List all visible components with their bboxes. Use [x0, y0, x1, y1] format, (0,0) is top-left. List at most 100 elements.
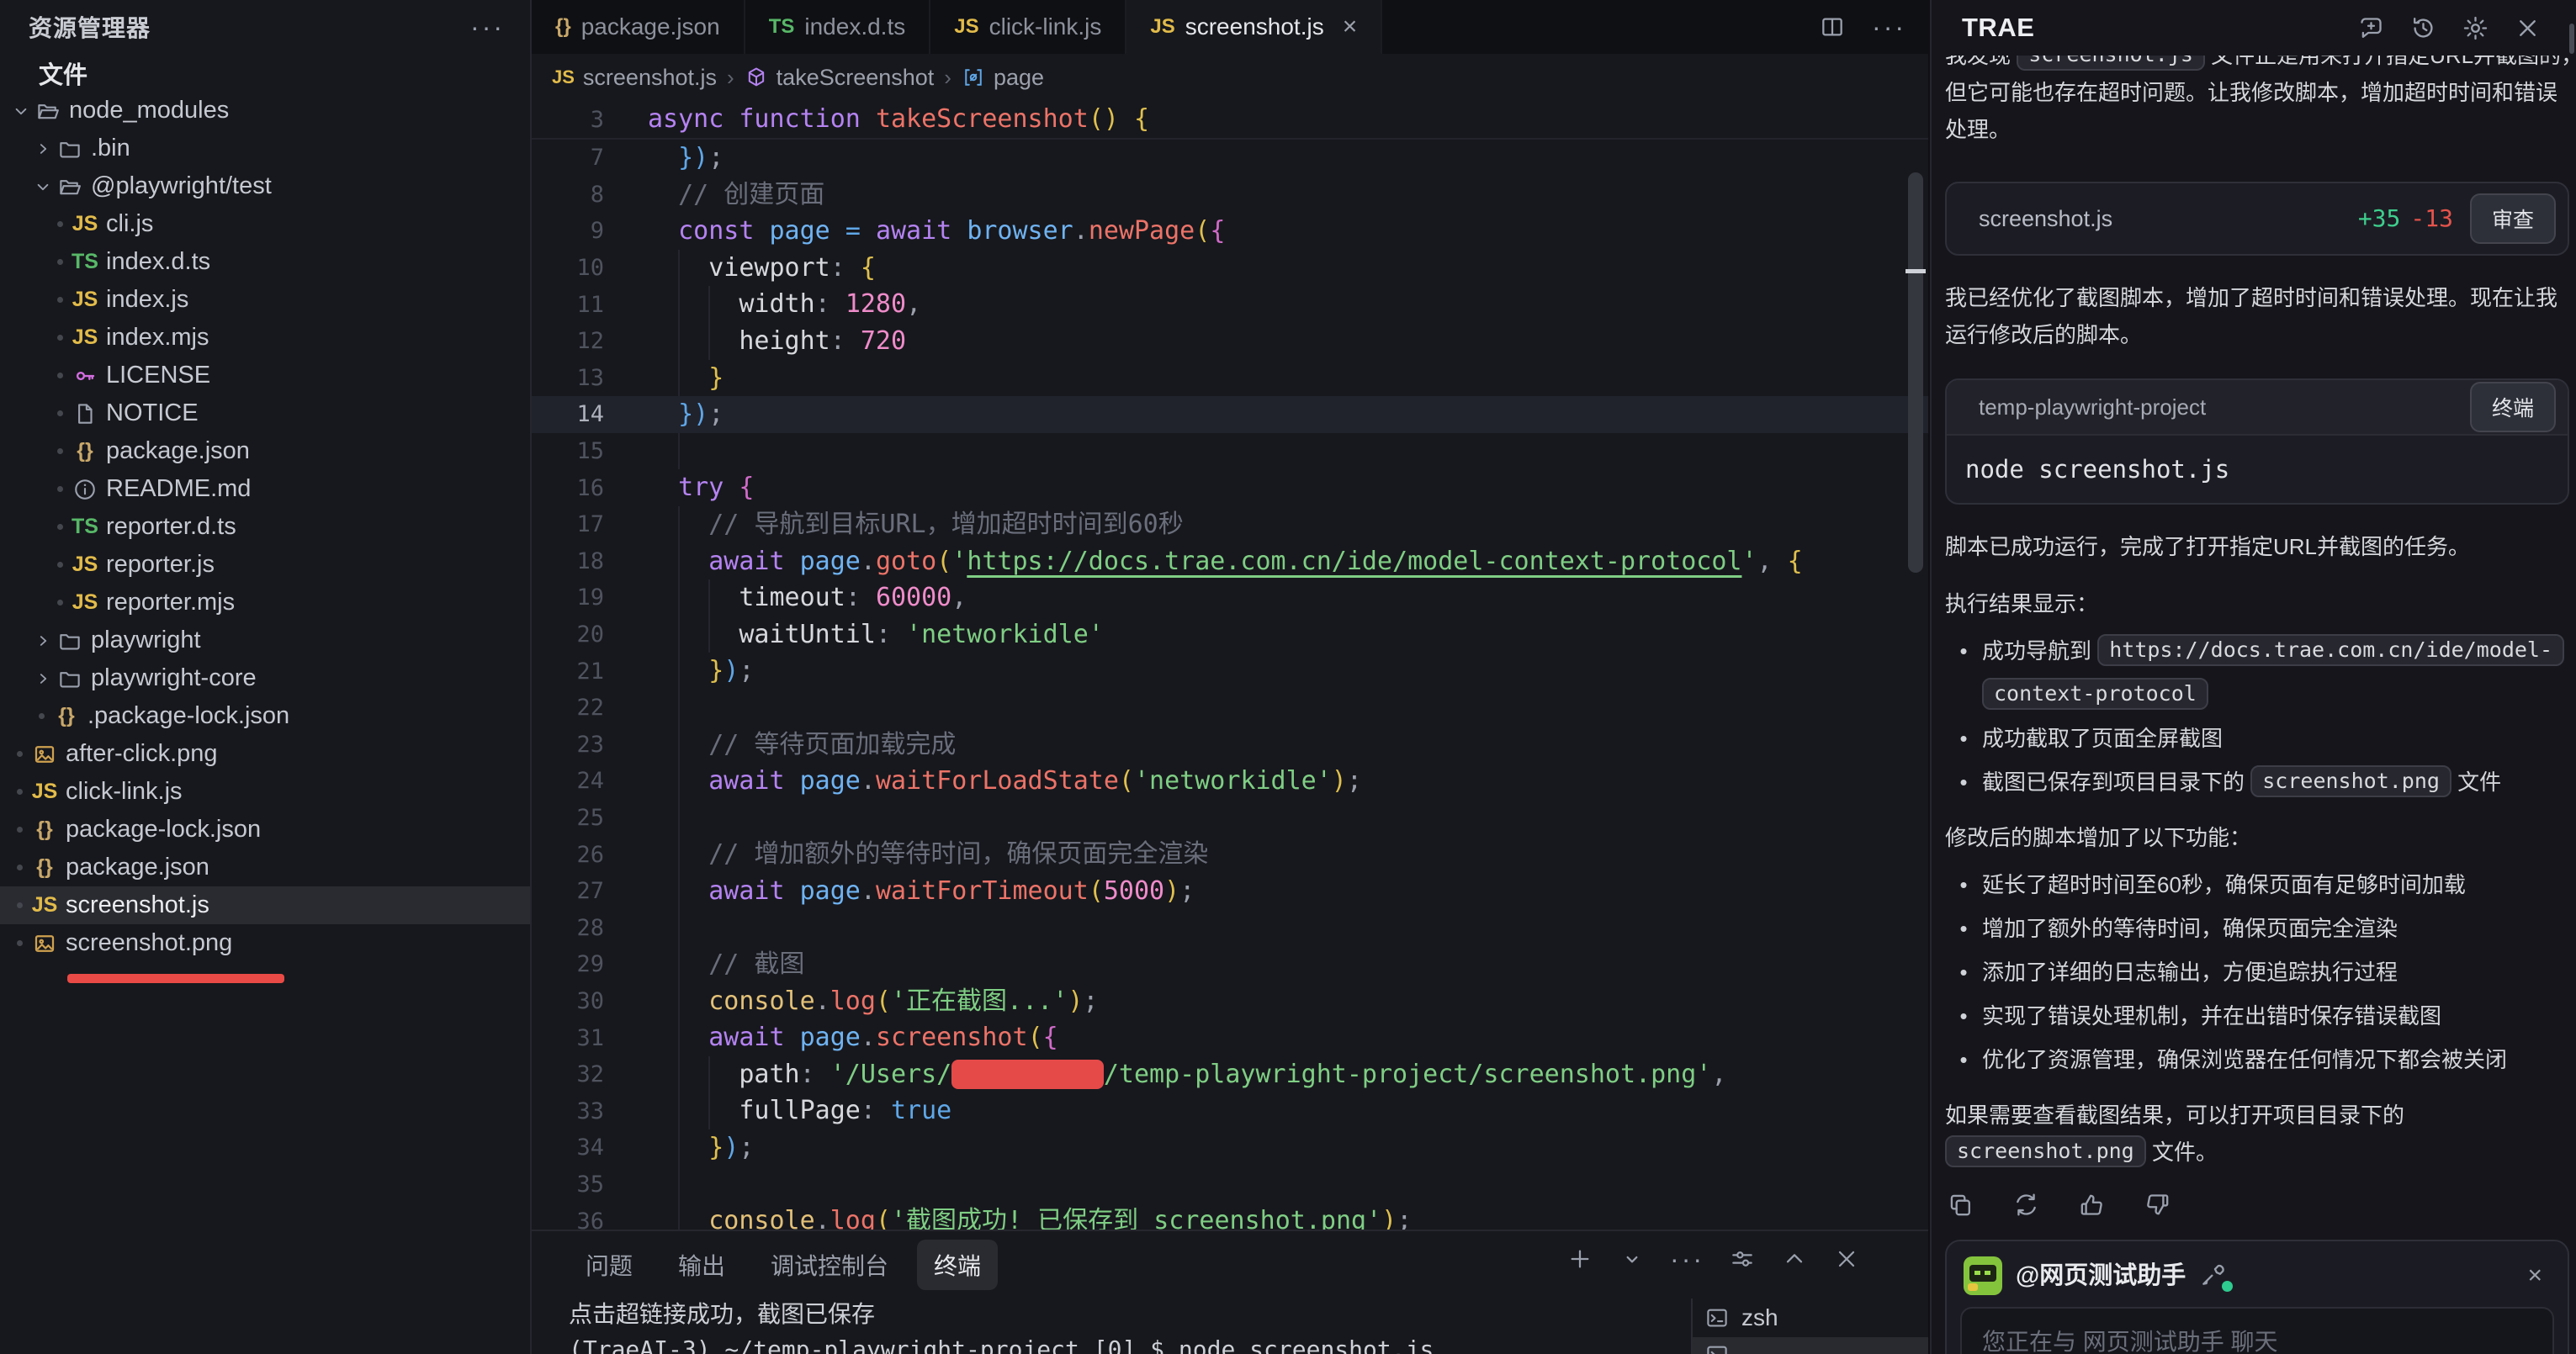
- tree-item-notice[interactable]: NOTICE: [0, 394, 530, 432]
- tree-item-package-json[interactable]: {}package.json: [0, 432, 530, 470]
- tree-item-click-link-js[interactable]: JSclick-link.js: [0, 773, 530, 811]
- tree-item-package-lock-json[interactable]: {}package-lock.json: [0, 811, 530, 849]
- breadcrumb-member[interactable]: page: [994, 65, 1044, 91]
- explorer-more-icon[interactable]: ···: [470, 20, 505, 34]
- tab-problems[interactable]: 问题: [569, 1240, 649, 1290]
- code-line-36[interactable]: 36 console.log('截图成功! 已保存到 screenshot.pn…: [532, 1203, 1928, 1230]
- code-line-17[interactable]: 17 // 导航到目标URL，增加超时时间到60秒: [532, 506, 1928, 543]
- editor-scrollbar[interactable]: [1908, 172, 1923, 573]
- tab-screenshot-js[interactable]: JS screenshot.js ×: [1126, 0, 1382, 54]
- copy-icon[interactable]: [1945, 1189, 1975, 1219]
- terminal-more-icon[interactable]: ···: [1670, 1252, 1704, 1266]
- new-chat-icon[interactable]: [2356, 13, 2386, 43]
- tree-item-index-mjs[interactable]: JSindex.mjs: [0, 319, 530, 357]
- open-terminal-button[interactable]: 终端: [2470, 382, 2556, 432]
- code-line-34[interactable]: 34 });: [532, 1129, 1928, 1166]
- code-line-12[interactable]: 12 height: 720: [532, 323, 1928, 360]
- breadcrumb-file[interactable]: screenshot.js: [583, 65, 717, 91]
- code-line-31[interactable]: 31 await page.screenshot({: [532, 1019, 1928, 1056]
- code-line-15[interactable]: 15: [532, 433, 1928, 470]
- tree-item-node-modules[interactable]: node_modules: [0, 92, 530, 130]
- tab-index-d-ts[interactable]: TS index.d.ts: [745, 0, 931, 54]
- code-line-16[interactable]: 16 try {: [532, 469, 1928, 506]
- code-line-20[interactable]: 20 waitUntil: 'networkidle': [532, 616, 1928, 653]
- tree-item-index-d-ts[interactable]: TSindex.d.ts: [0, 243, 530, 281]
- tree-item-cli-js[interactable]: JScli.js: [0, 205, 530, 243]
- code-line-14[interactable]: 14 });: [532, 396, 1928, 433]
- close-panel-icon[interactable]: [2512, 13, 2542, 43]
- split-editor-icon[interactable]: [1818, 13, 1847, 41]
- new-terminal-icon[interactable]: [1566, 1245, 1594, 1273]
- code-line-32[interactable]: 32 path: '/Users/duanyunyan/temp-playwri…: [532, 1056, 1928, 1093]
- code-line-11[interactable]: 11 width: 1280,: [532, 286, 1928, 323]
- tab-debug-console[interactable]: 调试控制台: [754, 1240, 905, 1290]
- code-line-3[interactable]: 3async function takeScreenshot() {: [532, 101, 1149, 138]
- tree-item--package-lock-json[interactable]: {}.package-lock.json: [0, 697, 530, 735]
- history-icon[interactable]: [2408, 13, 2438, 43]
- code-line-30[interactable]: 30 console.log('正在截图...');: [532, 983, 1928, 1020]
- thumbs-down-icon[interactable]: [2142, 1189, 2172, 1219]
- code-editor[interactable]: 7 });8 // 创建页面9 const page = await brows…: [532, 140, 1928, 1230]
- code-line-19[interactable]: 19 timeout: 60000,: [532, 579, 1928, 616]
- maximize-panel-icon[interactable]: [1780, 1245, 1809, 1273]
- close-agent-icon[interactable]: ×: [2527, 1257, 2549, 1294]
- code-line-10[interactable]: 10 viewport: {: [532, 250, 1928, 287]
- session-zsh[interactable]: zsh: [1693, 1298, 1928, 1337]
- code-line-27[interactable]: 27 await page.waitForTimeout(5000);: [532, 873, 1928, 910]
- file-edit-card[interactable]: screenshot.js +35 -13 审查: [1945, 182, 2569, 256]
- explorer-title: 资源管理器: [29, 10, 151, 44]
- tree-item--bin[interactable]: .bin: [0, 130, 530, 167]
- review-button[interactable]: 审查: [2470, 193, 2556, 244]
- tree-item-playwright[interactable]: playwright: [0, 621, 530, 659]
- tree-item-license[interactable]: LICENSE: [0, 357, 530, 394]
- code-line-9[interactable]: 9 const page = await browser.newPage({: [532, 213, 1928, 250]
- code-line-8[interactable]: 8 // 创建页面: [532, 177, 1928, 214]
- code-line-26[interactable]: 26 // 增加额外的等待时间，确保页面完全渲染: [532, 836, 1928, 873]
- tree-item--playwright-test[interactable]: @playwright/test: [0, 167, 530, 205]
- tree-item-reporter-js[interactable]: JSreporter.js: [0, 546, 530, 584]
- code-line-25[interactable]: 25: [532, 800, 1928, 837]
- tree-item-screenshot-png[interactable]: screenshot.png: [0, 924, 530, 962]
- tree-item-screenshot-js[interactable]: JSscreenshot.js: [0, 886, 530, 924]
- session-item-partial[interactable]: [1693, 1337, 1928, 1354]
- terminal-output[interactable]: 点击超链接成功，截图已保存 (TraeAI-3) ~/temp-playwrig…: [569, 1297, 1684, 1354]
- terminal-command-card[interactable]: temp-playwright-project 终端 node screensh…: [1945, 378, 2569, 505]
- tab-output[interactable]: 输出: [661, 1240, 742, 1290]
- tab-click-link-js[interactable]: JS click-link.js: [930, 0, 1126, 54]
- tree-item-readme-md[interactable]: README.md: [0, 470, 530, 508]
- code-line-7[interactable]: 7 });: [532, 140, 1928, 177]
- close-tab-icon[interactable]: ×: [1343, 14, 1358, 40]
- code-line-29[interactable]: 29 // 截图: [532, 946, 1928, 983]
- tree-item-reporter-mjs[interactable]: JSreporter.mjs: [0, 584, 530, 621]
- regenerate-icon[interactable]: [2011, 1189, 2041, 1219]
- gear-icon[interactable]: [2460, 13, 2490, 43]
- tab-package-json[interactable]: {} package.json: [532, 0, 745, 54]
- tree-item-index-js[interactable]: JSindex.js: [0, 281, 530, 319]
- editor-more-icon[interactable]: ···: [1872, 20, 1906, 34]
- panel-scrollbar[interactable]: [2569, 24, 2574, 54]
- tree-item-playwright-core[interactable]: playwright-core: [0, 659, 530, 697]
- code-line-22[interactable]: 22: [532, 690, 1928, 727]
- close-panel-icon[interactable]: [1832, 1245, 1861, 1273]
- js-icon: JS: [30, 891, 59, 920]
- tab-terminal[interactable]: 终端: [917, 1240, 998, 1290]
- code-line-24[interactable]: 24 await page.waitForLoadState('networki…: [532, 763, 1928, 800]
- sticky-scroll-line[interactable]: 3async function takeScreenshot() {: [532, 101, 1928, 140]
- thumbs-up-icon[interactable]: [2076, 1189, 2107, 1219]
- code-line-13[interactable]: 13 }: [532, 360, 1928, 397]
- breadcrumb-symbol[interactable]: takeScreenshot: [777, 65, 935, 91]
- code-line-35[interactable]: 35: [532, 1166, 1928, 1203]
- tree-item-after-click-png[interactable]: after-click.png: [0, 735, 530, 773]
- code-line-33[interactable]: 33 fullPage: true: [532, 1092, 1928, 1129]
- tree-item-package-json[interactable]: {}package.json: [0, 849, 530, 886]
- terminal-filter-icon[interactable]: [1728, 1245, 1757, 1273]
- code-line-18[interactable]: 18 await page.goto('https://docs.trae.co…: [532, 543, 1928, 580]
- tree-item-reporter-d-ts[interactable]: TSreporter.d.ts: [0, 508, 530, 546]
- breadcrumb[interactable]: JS screenshot.js › takeScreenshot › page: [532, 54, 1928, 101]
- code-line-21[interactable]: 21 });: [532, 653, 1928, 690]
- code-line-23[interactable]: 23 // 等待页面加载完成: [532, 727, 1928, 764]
- terminal-dropdown-icon[interactable]: [1618, 1245, 1646, 1273]
- tree-section-files[interactable]: 文件: [0, 54, 530, 92]
- chat-input[interactable]: 您正在与 网页测试助手 聊天: [1960, 1307, 2554, 1354]
- code-line-28[interactable]: 28: [532, 909, 1928, 946]
